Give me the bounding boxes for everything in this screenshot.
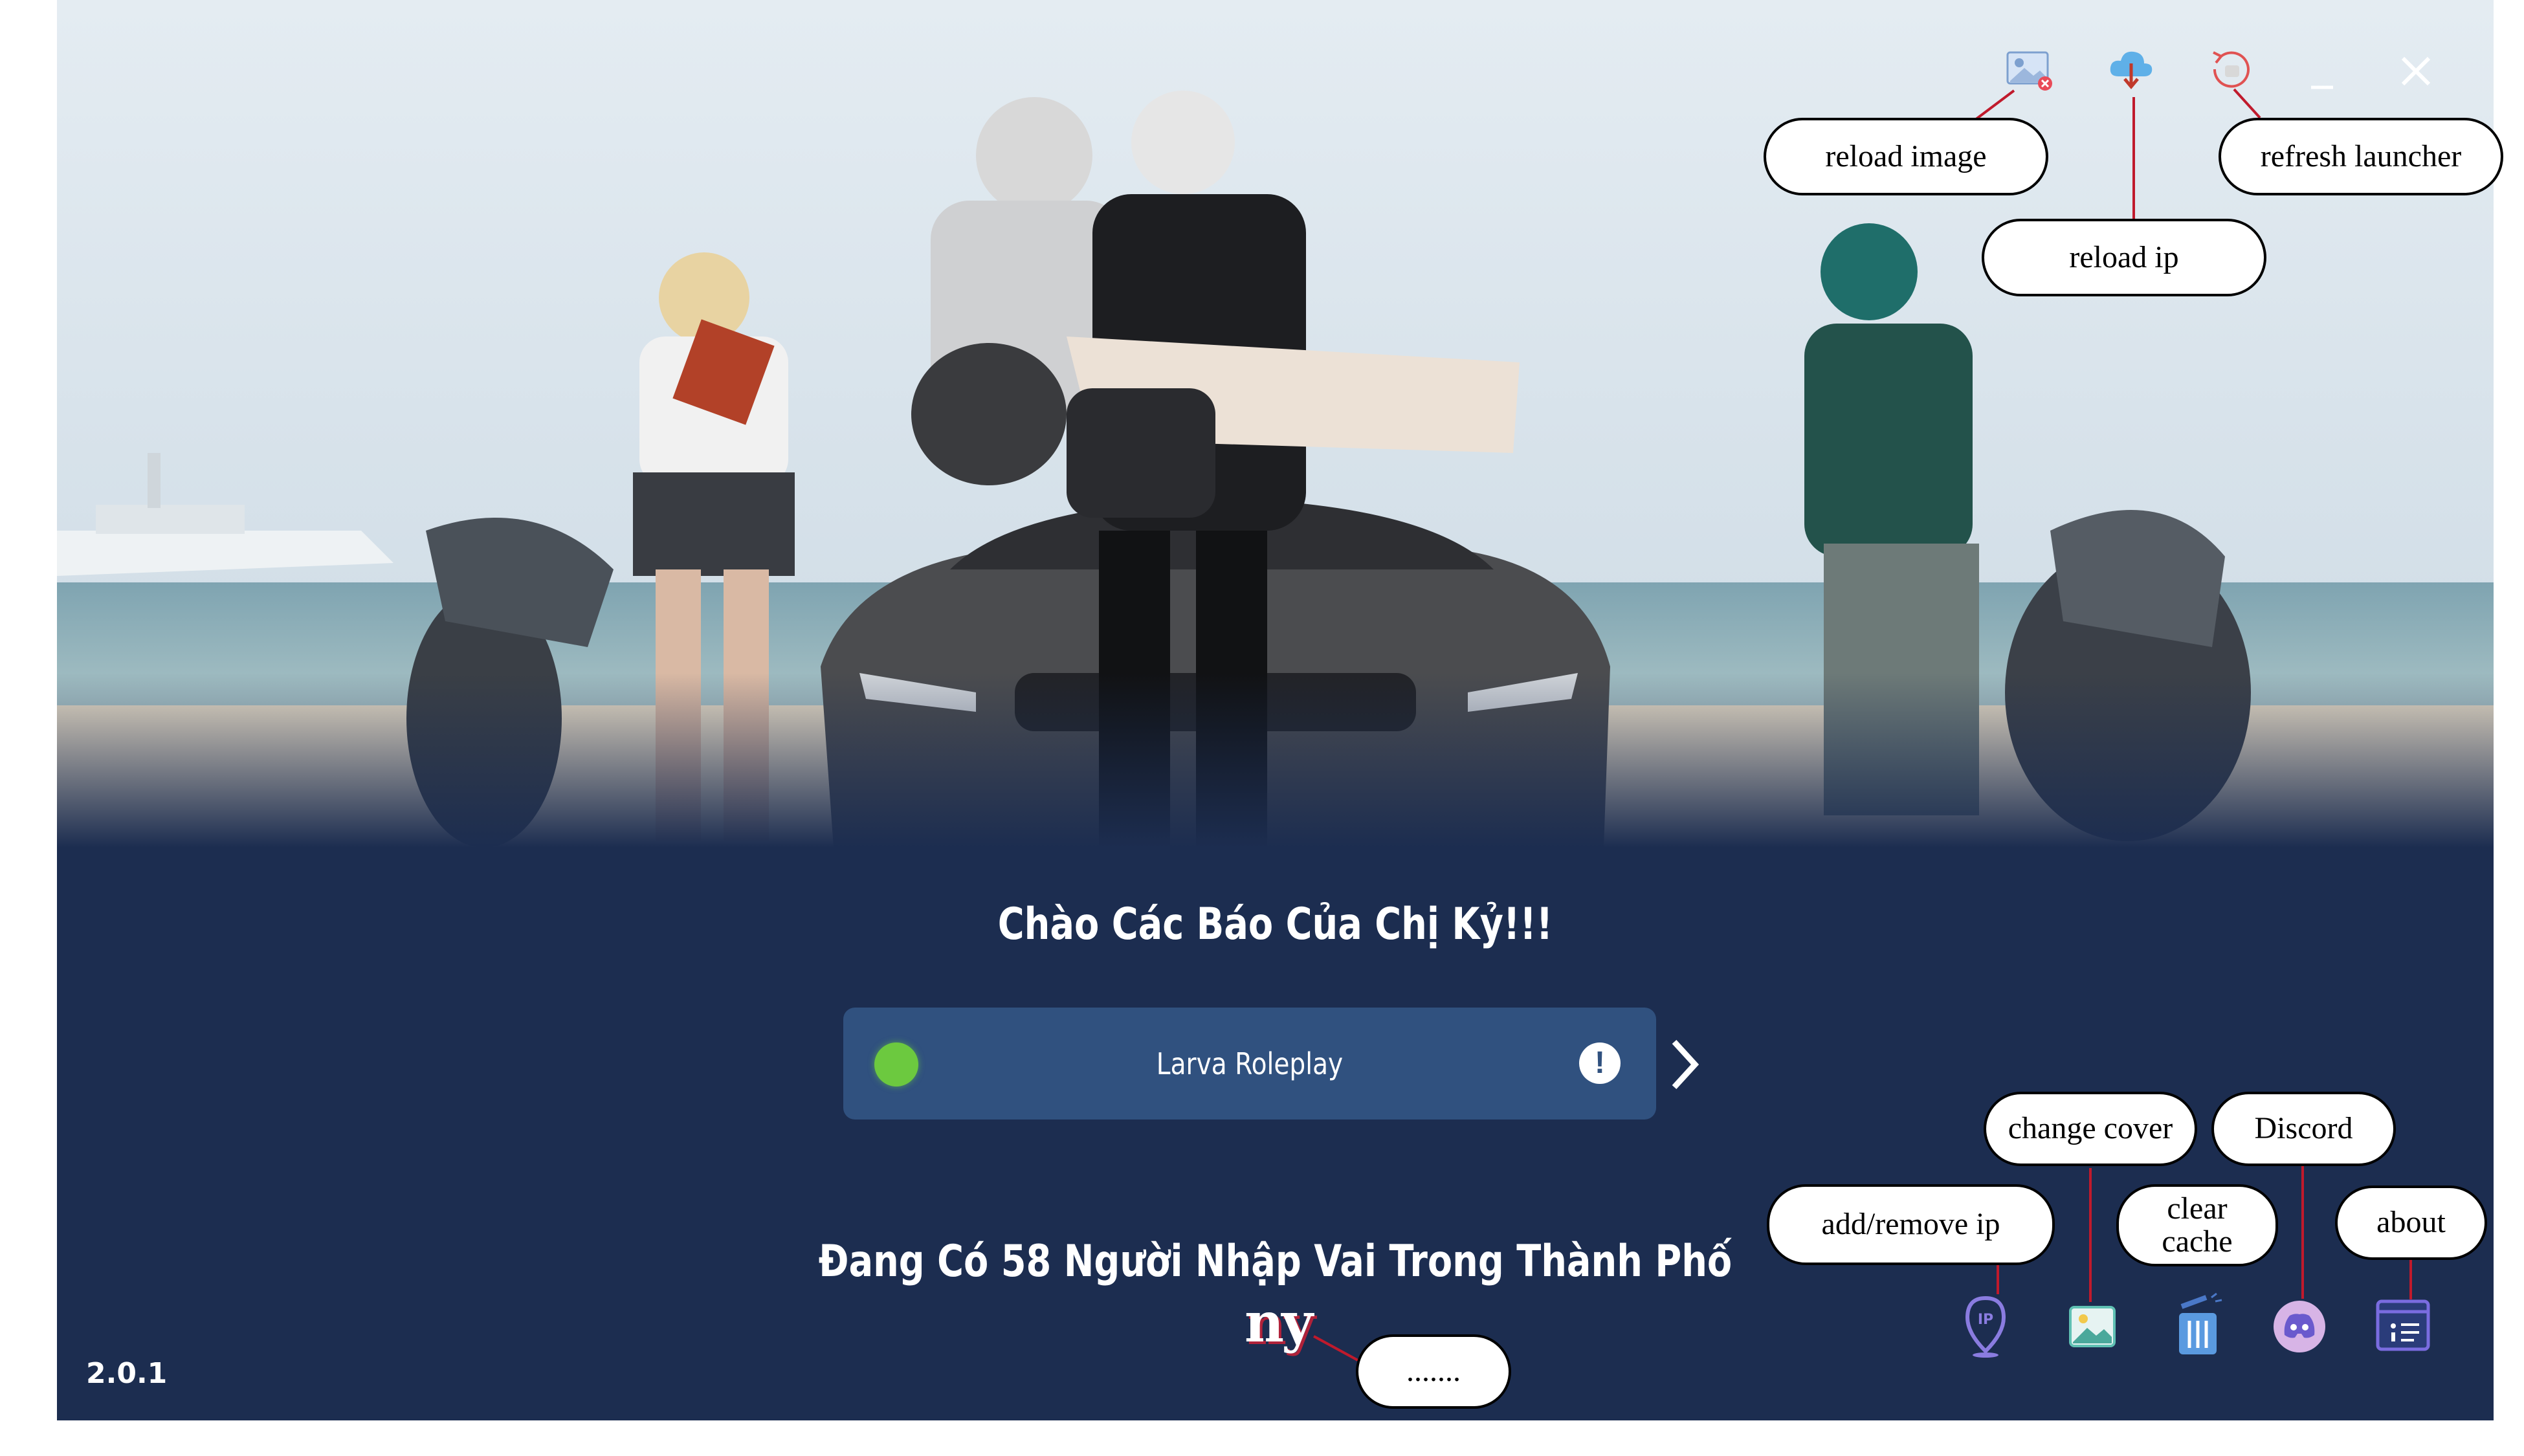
callout-about: about xyxy=(2335,1186,2487,1260)
callout-refresh-launcher: refresh launcher xyxy=(2219,118,2503,195)
callout-discord: Discord xyxy=(2211,1092,2396,1166)
callout-logo-note: ....... xyxy=(1356,1334,1511,1409)
callout-clear-cache: clear cache xyxy=(2116,1184,2278,1266)
callout-change-cover: change cover xyxy=(1984,1092,2197,1166)
callout-reload-image: reload image xyxy=(1764,118,2048,195)
callout-reload-ip: reload ip xyxy=(1982,219,2266,296)
callout-add-remove-ip: add/remove ip xyxy=(1767,1184,2055,1265)
